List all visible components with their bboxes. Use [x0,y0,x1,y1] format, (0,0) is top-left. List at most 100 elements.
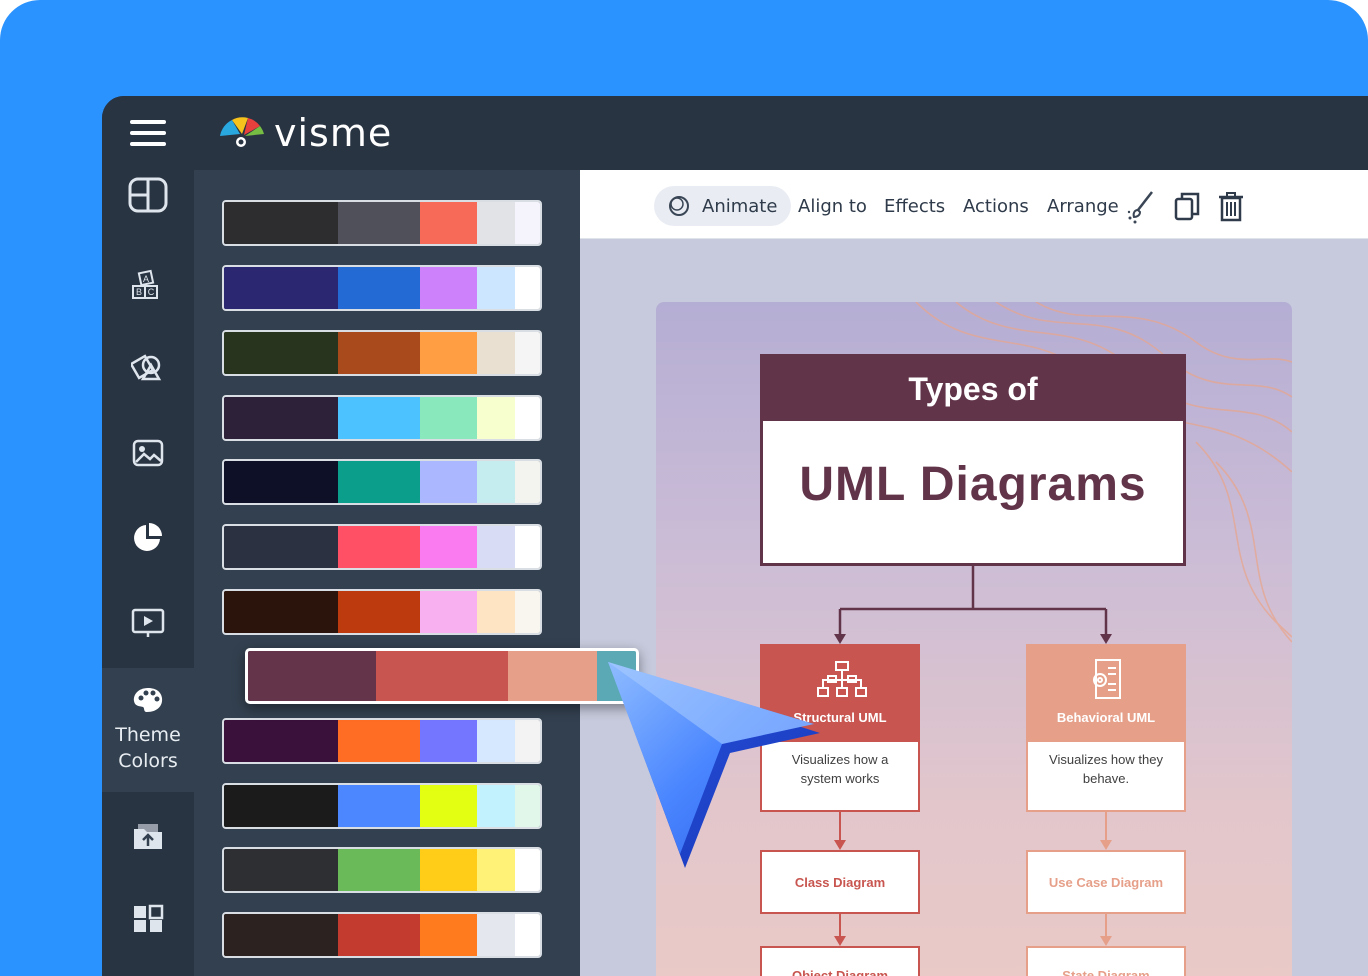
palette-swatch [476,849,515,891]
palette-swatch [514,526,540,568]
palette-swatch [224,526,338,568]
theme-label-line1: Theme [115,724,181,746]
left-sidebar: ABC Theme Colors [102,170,194,976]
palette-swatch [419,526,477,568]
palette-swatch [224,720,338,762]
palette-swatch [337,332,420,374]
palette-swatch [337,785,420,827]
align-to-button[interactable]: Align to [798,186,867,226]
palette-swatch [514,202,540,244]
shapes-icon [131,354,162,381]
palette-option[interactable] [222,395,542,441]
chart-icon [134,523,162,551]
palette-swatch [419,785,477,827]
sidebar-item-text[interactable]: ABC [102,260,194,310]
animate-button[interactable]: Animate [654,186,792,226]
object-diagram-box[interactable]: Object Diagram [760,946,920,976]
effects-button[interactable]: Effects [884,186,945,226]
palette-swatch [337,397,420,439]
sidebar-item-upload[interactable] [102,812,194,862]
sidebar-item-layout[interactable] [102,170,194,220]
sidebar-item-images[interactable] [102,428,194,478]
animate-icon [669,196,689,216]
palette-option[interactable] [222,718,542,764]
menu-icon[interactable] [130,120,166,146]
context-toolbar: Animate Align to Effects Actions Arrange [580,170,1368,239]
palette-swatch [507,651,598,701]
palette-swatch [419,267,477,309]
svg-text:C: C [148,287,155,297]
palette-swatch [476,267,515,309]
sidebar-item-charts[interactable] [102,512,194,562]
palette-swatch [248,651,377,701]
palette-swatch [224,849,338,891]
background-frame: visme ABC Theme Colors Animate Align to … [0,0,1368,976]
palette-option[interactable] [222,912,542,958]
behavioral-uml-card[interactable]: Behavioral UML Visualizes how they behav… [1026,644,1186,812]
palette-swatch [224,785,338,827]
palette-icon [133,688,163,712]
palette-swatch [514,461,540,503]
upload-icon [134,824,162,849]
palette-option[interactable] [222,265,542,311]
behavioral-card-header: Behavioral UML [1028,646,1184,742]
app-name: visme [274,111,393,155]
palette-swatch [224,332,338,374]
actions-button[interactable]: Actions [963,186,1029,226]
palette-swatch [224,397,338,439]
layout-icon [128,177,168,213]
palette-option[interactable] [222,524,542,570]
palette-swatch [337,849,420,891]
palette-swatch [337,267,420,309]
palette-swatch [476,202,515,244]
animate-label: Animate [702,195,778,217]
palette-option[interactable] [222,783,542,829]
selected-palette[interactable] [245,648,639,704]
sidebar-item-apps[interactable] [102,894,194,944]
palette-option[interactable] [222,589,542,635]
palette-swatch [337,591,420,633]
palette-swatch [337,720,420,762]
palette-swatch [224,202,338,244]
use-case-diagram-box[interactable]: Use Case Diagram [1026,850,1186,914]
top-bar: visme [102,96,1368,170]
svg-text:A: A [143,274,149,284]
palette-swatch [514,849,540,891]
svg-text:B: B [136,287,142,297]
cursor-arrow-icon [608,662,820,868]
palette-swatch [419,461,477,503]
palette-option[interactable] [222,200,542,246]
palette-option[interactable] [222,330,542,376]
duplicate-icon[interactable] [1173,190,1203,224]
sidebar-item-shapes[interactable] [102,342,194,392]
behavioral-desc: Visualizes how they behave. [1049,752,1163,786]
visme-logo-mark-icon [220,117,264,147]
sidebar-item-media[interactable] [102,598,194,648]
palette-swatch [419,591,477,633]
theme-label-line2: Colors [118,750,178,772]
media-icon [131,608,165,637]
image-icon [132,439,164,467]
palette-swatch [337,202,420,244]
visme-logo[interactable]: visme [218,110,392,156]
settings-document-icon [1093,659,1121,699]
palette-option[interactable] [222,459,542,505]
apps-icon [134,904,164,932]
palette-swatch [337,461,420,503]
palette-option[interactable] [222,847,542,893]
palette-swatch [224,914,338,956]
delete-icon[interactable] [1216,190,1246,224]
arrange-button[interactable]: Arrange [1047,186,1119,226]
palette-swatch [476,914,515,956]
palette-swatch [476,332,515,374]
palette-swatch [514,267,540,309]
state-diagram-box[interactable]: State Diagram [1026,946,1186,976]
sidebar-item-theme-colors[interactable]: Theme Colors [102,668,194,792]
palette-swatch [514,332,540,374]
palette-swatch [514,720,540,762]
palette-swatch [224,461,338,503]
palette-swatch [376,651,508,701]
style-brush-icon[interactable] [1126,190,1156,224]
palette-swatch [514,591,540,633]
palette-swatch [419,849,477,891]
